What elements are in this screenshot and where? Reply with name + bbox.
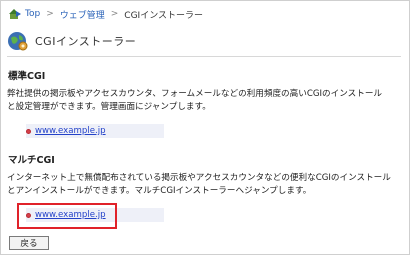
page-title: CGIインストーラー — [35, 35, 137, 48]
section-description-multi-cgi: インターネット上で無償配布されている掲示板やアクセスカウンタなどの便利なCGIの… — [7, 172, 402, 198]
section-title-standard-cgi: 標準CGI — [8, 71, 46, 82]
home-arrow-icon — [9, 9, 21, 19]
breadcrumb: Top > ウェブ管理 > CGIインストーラー — [9, 6, 203, 22]
breadcrumb-current: CGIインストーラー — [124, 10, 204, 21]
globe-gear-icon — [8, 32, 28, 51]
red-bullet-icon — [26, 128, 31, 134]
standard-cgi-link-row: www.example.jp — [26, 124, 164, 138]
page-header: CGIインストーラー — [7, 30, 136, 52]
description-line: 弊社提供の掲示板やアクセスカウンタ、フォームメールなどの利用頻度の高いCGIのイ… — [7, 89, 383, 99]
highlight-box — [17, 203, 117, 229]
description-line: と設定管理ができます。管理画面にジャンプします。 — [7, 102, 211, 112]
standard-cgi-link[interactable]: www.example.jp — [35, 126, 106, 136]
section-description-standard-cgi: 弊社提供の掲示板やアクセスカウンタ、フォームメールなどの利用頻度の高いCGIのイ… — [7, 88, 402, 114]
description-line: とアンインストールができます。マルチCGIインストーラーへジャンプします。 — [7, 186, 312, 196]
breadcrumb-separator: > — [110, 9, 119, 19]
breadcrumb-top-link[interactable]: Top — [25, 9, 40, 19]
description-line: インターネット上で無償配布されている掲示板やアクセスカウンタなどの便利なCGIの… — [7, 173, 391, 183]
section-title-multi-cgi: マルチCGI — [8, 155, 55, 166]
breadcrumb-web-admin-link[interactable]: ウェブ管理 — [60, 8, 105, 21]
breadcrumb-separator: > — [46, 9, 54, 19]
back-button[interactable]: 戻る — [9, 236, 49, 250]
title-divider — [7, 56, 401, 57]
